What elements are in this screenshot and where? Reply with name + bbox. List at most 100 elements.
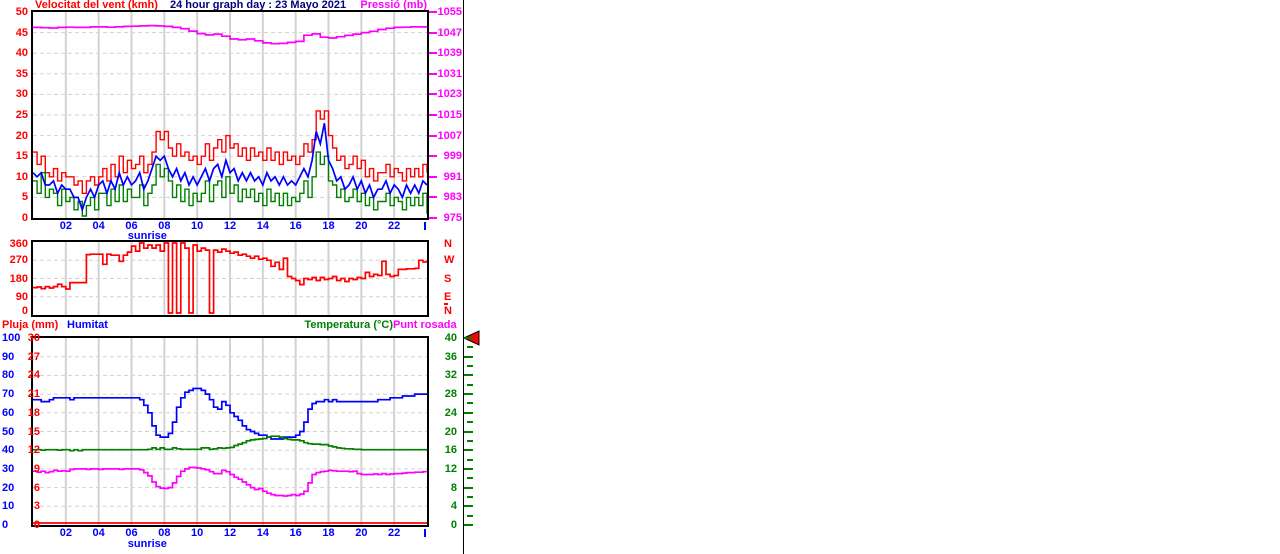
compass-label: E xyxy=(444,290,452,303)
temperature-axis-tick-label: 4 xyxy=(450,500,457,513)
humidity-temperature-plot xyxy=(31,336,429,527)
temperature-axis-tick-label: 40 xyxy=(444,332,457,344)
temperature-axis-minor-tick xyxy=(467,346,473,349)
x-axis-tick-label: 02 xyxy=(59,527,72,539)
temperature-axis-tick-label: 0 xyxy=(450,519,457,531)
x-axis-tick-label: 08 xyxy=(158,527,171,539)
temperature-axis-tick xyxy=(464,449,473,452)
temperature-axis-tick-label: 36 xyxy=(444,350,457,363)
x-axis-tick-label: 18 xyxy=(322,220,335,232)
wind-speed-pressure-plot xyxy=(31,10,429,220)
temperature-axis-minor-tick xyxy=(467,477,473,480)
temperature-axis-tick xyxy=(464,524,473,526)
temperature-axis-tick xyxy=(464,393,473,396)
x-axis-end-tick xyxy=(424,529,426,537)
pressure-axis-tick xyxy=(429,114,437,116)
temperature-axis-tick-label: 8 xyxy=(450,481,457,494)
temperature-axis-minor-tick xyxy=(467,458,473,461)
temperature-axis-tick-label: 32 xyxy=(444,369,457,382)
temperature-axis-tick-label: 24 xyxy=(444,406,457,419)
temperature-axis-minor-tick xyxy=(467,383,473,386)
temperature-axis-minor-tick xyxy=(467,514,473,517)
x-axis-tick-label: 22 xyxy=(388,527,401,539)
rain-axis-tick-label: 6 xyxy=(33,481,40,494)
rain-axis-tick-label: 3 xyxy=(33,500,40,513)
temperature-axis-tick-label: 12 xyxy=(444,462,457,475)
x-axis-tick-label: 10 xyxy=(191,527,204,539)
x-axis-tick-label: 06 xyxy=(125,527,138,539)
pressure-axis-tick xyxy=(429,52,437,55)
direction-axis-tick-label: 270 xyxy=(9,254,28,267)
pressure-axis-tick xyxy=(429,196,437,199)
temperature-axis-tick xyxy=(464,337,473,339)
x-axis-tick-label: 04 xyxy=(92,220,105,232)
temperature-axis-minor-tick xyxy=(467,402,473,405)
dewpoint-axis-title: Punt rosada xyxy=(393,319,457,331)
temperature-axis-tick xyxy=(464,505,473,508)
wind-axis-tick-label: 30 xyxy=(15,88,28,101)
wind-axis-tick-label: 20 xyxy=(15,129,28,142)
x-axis-tick-label: 12 xyxy=(223,220,237,232)
wind-axis-tick-label: 5 xyxy=(21,191,28,204)
temperature-axis-minor-tick xyxy=(467,495,473,498)
rain-axis-tick-label: 24 xyxy=(27,369,40,382)
rain-axis-tick-label: 0 xyxy=(33,519,40,531)
x-axis-tick-label: 16 xyxy=(289,527,302,539)
right-divider-line xyxy=(463,0,464,554)
rain-axis-tick-label: 9 xyxy=(33,462,40,475)
temperature-axis-tick-label: 28 xyxy=(444,388,457,401)
direction-axis-tick-label: 180 xyxy=(9,272,28,285)
wind-axis-tick-label: 40 xyxy=(15,47,28,60)
x-axis-tick-label: 14 xyxy=(256,220,269,232)
rain-axis-tick-label: 12 xyxy=(27,444,40,457)
pressure-axis-tick xyxy=(429,217,437,219)
wind-axis-tick-label: 35 xyxy=(15,67,28,80)
temperature-axis-tick-label: 20 xyxy=(444,425,457,438)
x-axis-tick-label: 06 xyxy=(125,220,138,232)
temperature-axis-tick xyxy=(464,374,473,377)
sunrise-annotation: sunrise xyxy=(127,538,167,550)
x-axis-tick-label: 08 xyxy=(158,220,171,232)
compass-label: N xyxy=(444,238,452,250)
wind-axis-tick-label: 15 xyxy=(15,150,28,163)
rain-axis-tick-label: 27 xyxy=(27,350,40,363)
pressure-axis-tick xyxy=(429,134,437,137)
direction-axis-tick-label: 360 xyxy=(9,238,28,250)
temperature-axis-tick-label: 16 xyxy=(444,444,457,457)
x-axis-tick-label: 04 xyxy=(92,527,105,539)
compass-label: S xyxy=(444,272,452,285)
rain-axis-tick-label: 18 xyxy=(27,406,40,419)
temperature-axis-tick xyxy=(464,355,473,358)
x-axis-tick-label: 18 xyxy=(322,527,335,539)
x-axis-tick-label: 14 xyxy=(256,527,269,539)
temperature-axis-minor-tick xyxy=(467,439,473,442)
direction-axis-tick-label: 0 xyxy=(21,305,28,317)
rain-axis-tick-label: 21 xyxy=(27,388,40,401)
temperature-axis-tick xyxy=(464,411,473,414)
x-axis-tick-label: 12 xyxy=(223,527,237,539)
pressure-axis-tick xyxy=(429,155,437,158)
rain-axis-tick-label: 15 xyxy=(27,425,40,438)
wind-axis-tick-label: 0 xyxy=(21,212,28,224)
x-axis-tick-label: 10 xyxy=(191,220,204,232)
wind-direction-plot xyxy=(31,240,429,317)
temperature-axis-tick xyxy=(464,430,473,433)
rain-axis-tick-label: 30 xyxy=(27,332,40,344)
compass-label: N xyxy=(444,305,452,317)
pressure-axis-tick xyxy=(429,175,437,178)
pressure-axis-tick xyxy=(429,72,437,75)
compass-label: W xyxy=(444,254,455,267)
x-axis-tick-label: 20 xyxy=(355,527,368,539)
direction-axis-tick-label: 90 xyxy=(15,290,28,303)
x-axis-tick-label: 20 xyxy=(355,220,368,232)
x-axis-tick-label: 02 xyxy=(59,220,72,232)
wind-axis-tick-label: 10 xyxy=(15,170,28,183)
pressure-axis-tick xyxy=(429,93,437,96)
wind-axis-tick-label: 25 xyxy=(15,109,28,121)
x-axis-tick-label: 22 xyxy=(388,220,401,232)
x-axis-tick-label: 16 xyxy=(289,220,302,232)
temperature-axis-minor-tick xyxy=(467,365,473,368)
pressure-axis-tick xyxy=(429,31,437,34)
temperature-axis-title: Temperatura (°C) xyxy=(304,319,393,331)
temperature-axis-minor-tick xyxy=(467,421,473,424)
